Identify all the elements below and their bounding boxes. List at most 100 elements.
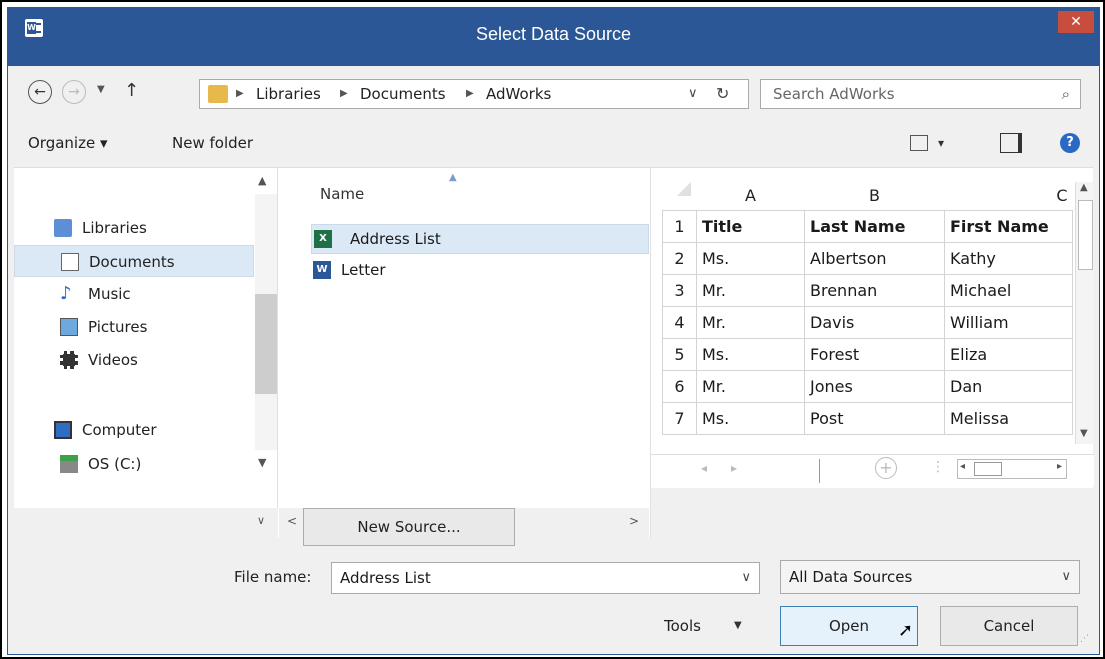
cell: Kathy — [944, 241, 1073, 275]
new-source-button[interactable]: New Source... — [303, 508, 515, 546]
nav-scroll-down-icon[interactable]: ▼ — [258, 456, 266, 469]
row-number: 2 — [662, 241, 697, 275]
screenshot-frame: W Select Data Source ✕ ← → ▼ ↑ ▶ Librari… — [0, 0, 1105, 659]
sheet-prev-icon[interactable]: ◂ — [701, 461, 707, 475]
address-dropdown-icon[interactable]: ∨ — [688, 80, 698, 108]
back-button[interactable]: ← — [28, 80, 52, 104]
table-row: 4 Mr. Davis William — [662, 305, 1073, 339]
preview-vscroll[interactable]: ▲ ▼ — [1075, 182, 1094, 444]
sidebar-item-libraries[interactable]: Libraries — [14, 212, 254, 244]
file-name-value: Address List — [340, 569, 431, 587]
window-title: Select Data Source — [475, 24, 632, 44]
preview-hscroll[interactable]: ◂ ▸ — [957, 459, 1067, 479]
cell: Ms. — [696, 241, 805, 275]
table-row: 3 Mr. Brennan Michael — [662, 273, 1073, 307]
preview-bottom-fill — [651, 488, 1094, 538]
sidebar-item-label: OS (C:) — [88, 455, 142, 473]
recent-locations-chevron-icon[interactable]: ▼ — [97, 84, 105, 95]
breadcrumb-libraries[interactable]: Libraries — [256, 80, 321, 108]
videos-icon — [60, 351, 78, 369]
file-item-label: Address List — [350, 230, 441, 248]
preview-pane: A B C 1 Title Last Name First Name 2 Ms.… — [650, 168, 1094, 538]
preview-hscroll-thumb[interactable] — [974, 462, 1002, 476]
cell: Mr. — [696, 369, 805, 403]
file-type-dropdown-icon[interactable]: ∨ — [1061, 561, 1071, 593]
breadcrumb-documents[interactable]: Documents — [360, 80, 446, 108]
dialog-content: ← → ▼ ↑ ▶ Libraries ▶ Documents ▶ AdWork… — [14, 66, 1094, 650]
sidebar-item-documents[interactable]: Documents — [14, 245, 254, 277]
sidebar-item-os-c[interactable]: OS (C:) — [14, 448, 254, 480]
tools-menu[interactable]: Tools — [664, 610, 701, 642]
breadcrumb-separator-icon: ▶ — [236, 88, 244, 99]
search-input[interactable]: Search AdWorks ⌕ — [760, 79, 1081, 109]
preview-scroll-right-icon[interactable]: ▸ — [1057, 461, 1062, 472]
column-header: C — [1056, 186, 1068, 206]
divider — [819, 459, 820, 483]
close-button[interactable]: ✕ — [1058, 11, 1094, 33]
column-header: B — [869, 186, 880, 206]
file-name-dropdown-icon[interactable]: ∨ — [741, 563, 751, 593]
tools-dropdown-icon[interactable]: ▼ — [734, 610, 742, 642]
view-options-icon[interactable] — [910, 135, 928, 151]
cell: William — [944, 305, 1073, 339]
preview-scroll-left-icon[interactable]: ◂ — [960, 461, 965, 472]
forward-button[interactable]: → — [62, 80, 86, 104]
sidebar-item-music[interactable]: ♪ Music — [14, 278, 254, 310]
preview-pane-icon[interactable] — [1000, 133, 1022, 153]
sidebar-item-videos[interactable]: Videos — [14, 344, 254, 376]
breadcrumb-adworks[interactable]: AdWorks — [486, 80, 551, 108]
search-icon[interactable]: ⌕ — [1062, 80, 1070, 108]
sidebar-item-computer[interactable]: Computer — [14, 414, 254, 446]
drive-icon — [60, 455, 78, 473]
dialog-window: W Select Data Source ✕ ← → ▼ ↑ ▶ Librari… — [7, 7, 1100, 655]
scroll-right-icon[interactable]: > — [629, 514, 639, 528]
cell: Jones — [804, 369, 945, 403]
address-bar[interactable]: ▶ Libraries ▶ Documents ▶ AdWorks ∨ ↻ — [199, 79, 749, 109]
row-number: 6 — [662, 369, 697, 403]
scroll-down-icon[interactable]: ∨ — [257, 514, 265, 527]
pictures-icon — [60, 318, 78, 336]
cell: Dan — [944, 369, 1073, 403]
file-name-input[interactable]: Address List ∨ — [331, 562, 760, 594]
sheet-next-icon[interactable]: ▸ — [731, 461, 737, 475]
row-number: 4 — [662, 305, 697, 339]
help-icon[interactable]: ? — [1060, 133, 1080, 153]
nav-scrollbar-track[interactable] — [255, 194, 277, 450]
excel-file-icon: X — [314, 230, 332, 248]
table-row: 2 Ms. Albertson Kathy — [662, 241, 1073, 275]
scroll-left-icon[interactable]: < — [287, 514, 297, 528]
word-file-icon: W — [313, 261, 331, 279]
file-item-address-list[interactable]: X Address List — [311, 224, 649, 254]
back-arrow-icon: ← — [34, 84, 46, 100]
new-folder-button[interactable]: New folder — [172, 118, 253, 168]
row-number: 7 — [662, 401, 697, 435]
preview-scroll-down-icon[interactable]: ▼ — [1080, 428, 1088, 439]
cell: Melissa — [944, 401, 1073, 435]
up-button[interactable]: ↑ — [124, 78, 139, 104]
file-type-select[interactable]: All Data Sources ∨ — [780, 560, 1080, 594]
nav-scrollbar-thumb[interactable] — [255, 294, 277, 394]
cell: Forest — [804, 337, 945, 371]
preview-vscroll-thumb[interactable] — [1078, 200, 1093, 270]
add-sheet-icon[interactable]: + — [875, 457, 897, 479]
spreadsheet-preview: A B C 1 Title Last Name First Name 2 Ms.… — [662, 182, 1073, 435]
cancel-button[interactable]: Cancel — [940, 606, 1078, 646]
organize-menu[interactable]: Organize ▾ — [28, 118, 108, 168]
cell: Brennan — [804, 273, 945, 307]
sidebar-item-label: Documents — [89, 253, 175, 271]
file-list: Name ▲ X Address List W Letter ∨ < > — [257, 168, 649, 538]
refresh-icon[interactable]: ↻ — [716, 80, 729, 108]
file-item-letter[interactable]: W Letter — [311, 256, 649, 286]
sidebar-item-pictures[interactable]: Pictures — [14, 311, 254, 343]
preview-scroll-up-icon[interactable]: ▲ — [1080, 182, 1088, 193]
column-header-row: A B C — [663, 182, 1073, 210]
view-dropdown-chevron-icon[interactable]: ▾ — [938, 118, 944, 168]
file-type-value: All Data Sources — [789, 568, 913, 586]
more-options-icon[interactable]: ⋮ — [931, 459, 945, 475]
title-bar: W Select Data Source ✕ — [8, 8, 1099, 60]
resize-grip-icon[interactable]: ⋰ — [1080, 634, 1089, 644]
cell: Davis — [804, 305, 945, 339]
nav-scroll-up-icon[interactable]: ▲ — [258, 174, 266, 187]
name-column-header[interactable]: Name — [320, 180, 364, 208]
up-arrow-icon: ↑ — [124, 80, 140, 101]
